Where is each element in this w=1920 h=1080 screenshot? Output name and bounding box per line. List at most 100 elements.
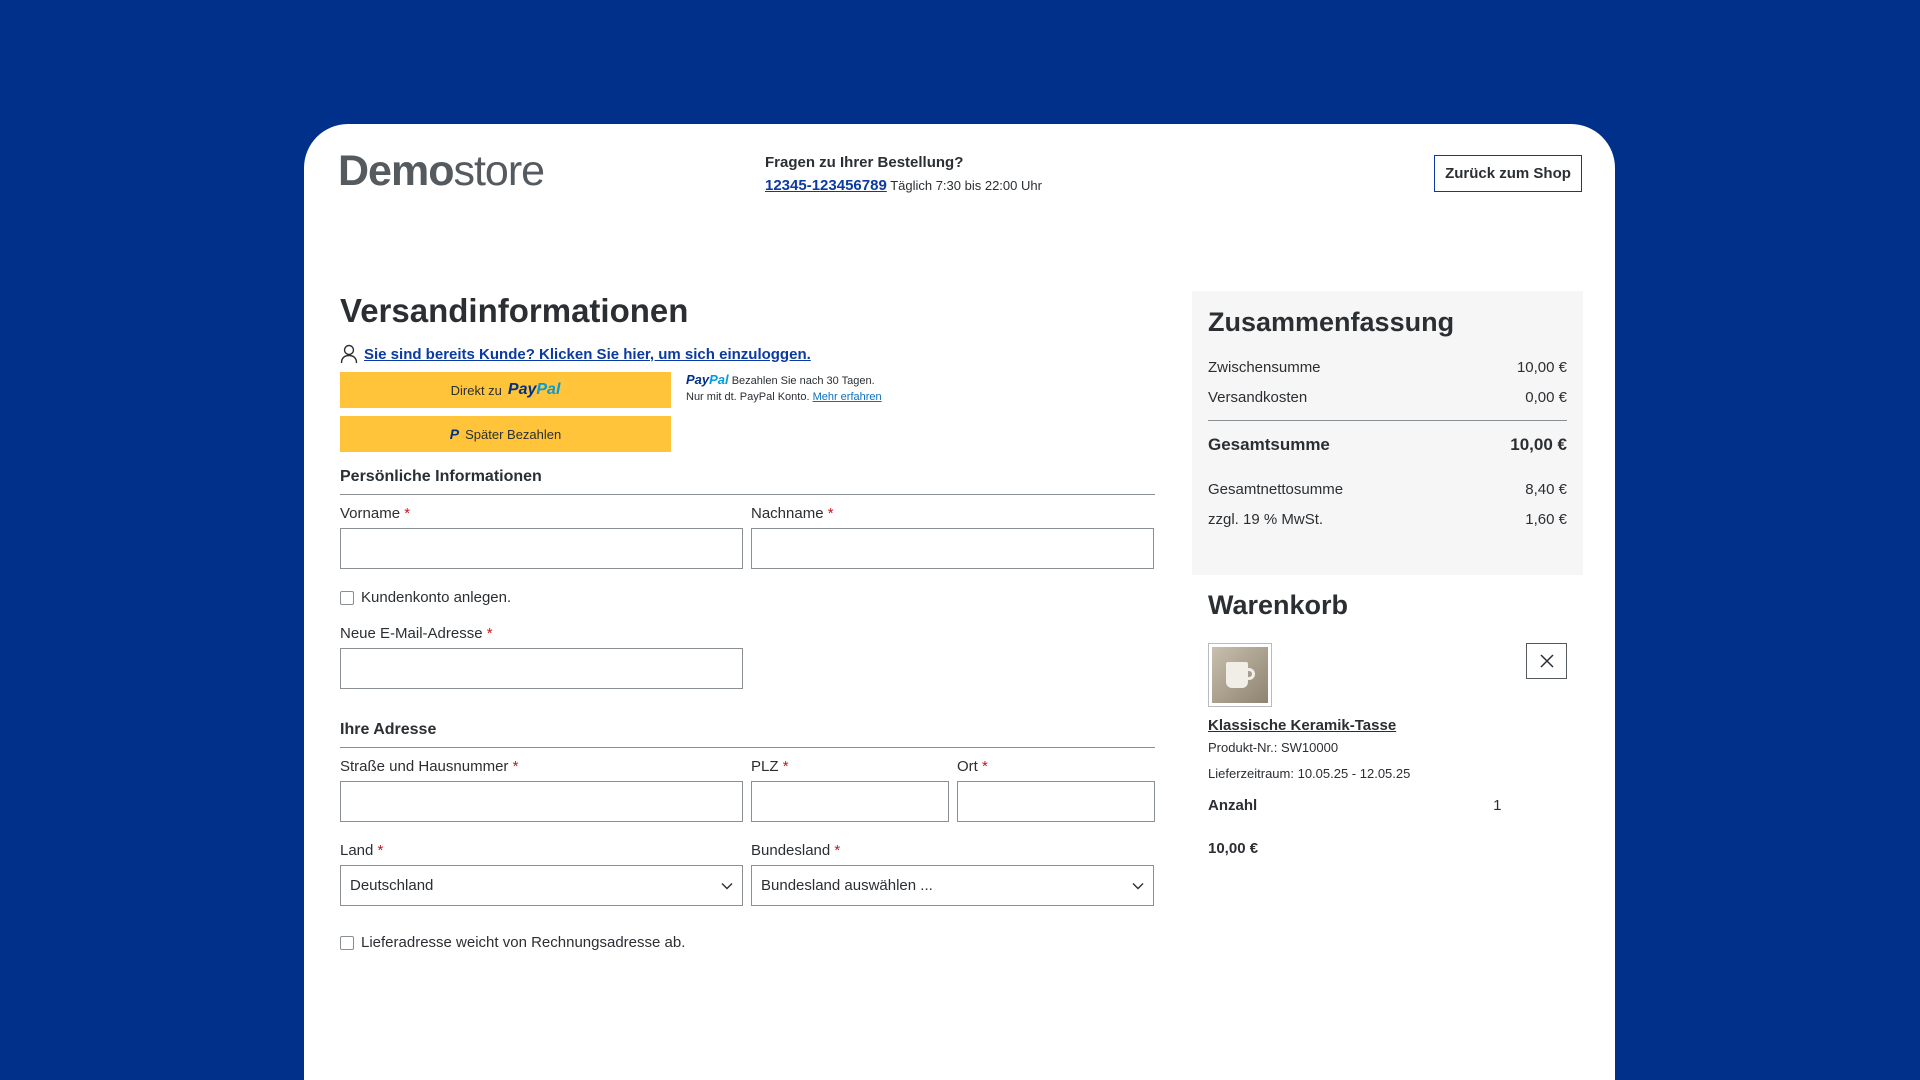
vat-value: 1,60 € bbox=[1525, 510, 1567, 528]
total-value: 10,00 € bbox=[1510, 434, 1567, 454]
logo[interactable]: Demostore bbox=[338, 147, 545, 195]
quantity-value: 1 bbox=[1493, 797, 1502, 814]
lastname-field: Nachname * bbox=[751, 505, 1154, 569]
back-to-shop-button[interactable]: Zurück zum Shop bbox=[1434, 155, 1582, 192]
chevron-down-icon bbox=[721, 882, 733, 889]
cart-item: Klassische Keramik-Tasse Produkt-Nr.: SW… bbox=[1208, 643, 1567, 857]
paypal-info-line1: Bezahlen Sie nach 30 Tagen. bbox=[731, 375, 875, 387]
create-account-checkbox[interactable] bbox=[340, 590, 354, 605]
quantity-label: Anzahl bbox=[1208, 797, 1258, 814]
product-sku: Produkt-Nr.: SW10000 bbox=[1208, 740, 1339, 755]
street-input[interactable] bbox=[340, 781, 743, 822]
login-link[interactable]: Sie sind bereits Kunde? Klicken Sie hier… bbox=[364, 346, 811, 363]
street-row: Straße und Hausnummer * PLZ * Ort * bbox=[340, 758, 1155, 822]
paypal-area: Direkt zu PayPal P Später Bezahlen PayPa… bbox=[340, 372, 1155, 452]
zip-input[interactable] bbox=[751, 781, 949, 822]
subtotal-row: Zwischensumme 10,00 € bbox=[1208, 352, 1567, 382]
paypal-learn-more-link[interactable]: Mehr erfahren bbox=[813, 391, 882, 403]
page-title: Versandinformationen bbox=[340, 292, 689, 329]
product-delivery: Lieferzeitraum: 10.05.25 - 12.05.25 bbox=[1208, 766, 1411, 781]
state-label: Bundesland * bbox=[751, 842, 841, 859]
total-row: Gesamtsumme 10,00 € bbox=[1208, 420, 1567, 468]
firstname-field: Vorname * bbox=[340, 505, 743, 569]
item-price: 10,00 € bbox=[1208, 840, 1259, 857]
subtotal-value: 10,00 € bbox=[1516, 358, 1567, 376]
contact-info: Fragen zu Ihrer Bestellung? 12345-123456… bbox=[765, 154, 1042, 194]
contact-title: Fragen zu Ihrer Bestellung? bbox=[765, 154, 964, 171]
net-total-label: Gesamtnettosumme bbox=[1208, 480, 1344, 498]
create-account-label: Kundenkonto anlegen. bbox=[361, 589, 512, 606]
mug-handle bbox=[1246, 668, 1255, 680]
country-select-value: Deutschland bbox=[350, 877, 434, 894]
login-row: Sie sind bereits Kunde? Klicken Sie hier… bbox=[340, 344, 1155, 364]
product-name-link[interactable]: Klassische Keramik-Tasse bbox=[1208, 717, 1567, 734]
paypal-info-logo: PayPal bbox=[686, 372, 729, 387]
mug-body bbox=[1226, 662, 1248, 688]
shipping-form: Versandinformationen Sie sind bereits Ku… bbox=[340, 292, 1155, 951]
country-row: Land * Deutschland Bundesland * Bundesla… bbox=[340, 842, 1155, 906]
product-thumbnail[interactable] bbox=[1208, 643, 1272, 707]
cart-title: Warenkorb bbox=[1208, 590, 1349, 620]
different-shipping-label: Lieferadresse weicht von Rechnungsadress… bbox=[361, 934, 686, 951]
paypal-pay-later-button[interactable]: P Später Bezahlen bbox=[340, 416, 671, 452]
checkout-card: Demostore Fragen zu Ihrer Bestellung? 12… bbox=[304, 124, 1615, 1080]
vat-row: zzgl. 19 % MwSt. 1,60 € bbox=[1208, 504, 1567, 534]
user-icon bbox=[340, 344, 358, 364]
state-select[interactable]: Bundesland auswählen ... bbox=[751, 865, 1154, 906]
logo-bold-text: Demo bbox=[338, 147, 454, 195]
summary-title: Zusammenfassung bbox=[1208, 307, 1455, 337]
order-summary: Zusammenfassung Zwischensumme 10,00 € Ve… bbox=[1192, 291, 1583, 575]
zip-label: PLZ * bbox=[751, 758, 789, 775]
paypal-info: PayPal Bezahlen Sie nach 30 Tagen. Nur m… bbox=[686, 372, 882, 405]
city-label: Ort * bbox=[957, 758, 988, 775]
different-shipping-checkbox[interactable] bbox=[340, 935, 354, 950]
mug-image bbox=[1212, 647, 1268, 703]
cart: Warenkorb Klassische Keramik-Tasse Produ… bbox=[1208, 590, 1567, 857]
different-shipping-row[interactable]: Lieferadresse weicht von Rechnungsadress… bbox=[340, 934, 1155, 951]
paypal-direct-button[interactable]: Direkt zu PayPal bbox=[340, 372, 671, 408]
logo-light-text: store bbox=[453, 147, 545, 195]
contact-hours: Täglich 7:30 bis 22:00 Uhr bbox=[890, 178, 1042, 193]
subtotal-label: Zwischensumme bbox=[1208, 358, 1321, 376]
email-field: Neue E-Mail-Adresse * bbox=[340, 625, 743, 689]
email-input[interactable] bbox=[340, 648, 743, 689]
shipping-cost-value: 0,00 € bbox=[1525, 388, 1567, 406]
city-input[interactable] bbox=[957, 781, 1155, 822]
country-label: Land * bbox=[340, 842, 384, 859]
country-field: Land * Deutschland bbox=[340, 842, 743, 906]
paypal-p-icon: P bbox=[449, 426, 460, 442]
name-row: Vorname * Nachname * bbox=[340, 505, 1155, 569]
paypal-later-label: Später Bezahlen bbox=[465, 426, 562, 442]
paypal-direct-prefix: Direkt zu bbox=[450, 382, 502, 398]
remove-item-button[interactable] bbox=[1526, 643, 1567, 679]
address-title: Ihre Adresse bbox=[340, 721, 1155, 748]
close-icon bbox=[1539, 654, 1554, 668]
city-field: Ort * bbox=[957, 758, 1155, 822]
firstname-input[interactable] bbox=[340, 528, 743, 569]
firstname-label: Vorname * bbox=[340, 505, 411, 522]
contact-line: 12345-123456789 Täglich 7:30 bis 22:00 U… bbox=[765, 177, 1042, 194]
personal-info-title: Persönliche Informationen bbox=[340, 468, 1155, 495]
zip-field: PLZ * bbox=[751, 758, 949, 822]
net-total-row: Gesamtnettosumme 8,40 € bbox=[1208, 474, 1567, 504]
email-row: Neue E-Mail-Adresse * bbox=[340, 625, 1155, 689]
paypal-logo: PayPal bbox=[507, 381, 561, 398]
state-field: Bundesland * Bundesland auswählen ... bbox=[751, 842, 1154, 906]
shipping-cost-label: Versandkosten bbox=[1208, 388, 1308, 406]
phone-link[interactable]: 12345-123456789 bbox=[765, 177, 887, 194]
street-field: Straße und Hausnummer * bbox=[340, 758, 743, 822]
shipping-cost-row: Versandkosten 0,00 € bbox=[1208, 382, 1567, 412]
paypal-info-line2: Nur mit dt. PayPal Konto. bbox=[686, 391, 810, 403]
email-label: Neue E-Mail-Adresse * bbox=[340, 625, 493, 642]
net-total-value: 8,40 € bbox=[1525, 480, 1567, 498]
vat-label: zzgl. 19 % MwSt. bbox=[1208, 510, 1324, 528]
quantity-row: Anzahl 1 bbox=[1208, 797, 1567, 814]
total-label: Gesamtsumme bbox=[1208, 434, 1330, 454]
street-label: Straße und Hausnummer * bbox=[340, 758, 519, 775]
lastname-label: Nachname * bbox=[751, 505, 834, 522]
chevron-down-icon bbox=[1132, 882, 1144, 889]
country-select[interactable]: Deutschland bbox=[340, 865, 743, 906]
lastname-input[interactable] bbox=[751, 528, 1154, 569]
state-select-value: Bundesland auswählen ... bbox=[761, 877, 933, 894]
create-account-row[interactable]: Kundenkonto anlegen. bbox=[340, 589, 1155, 606]
